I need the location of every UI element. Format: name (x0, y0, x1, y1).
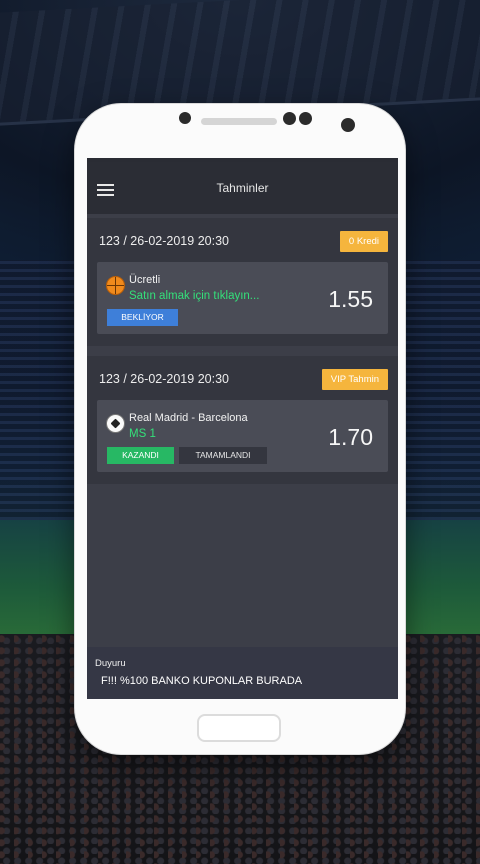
prediction-card[interactable]: Ücretli Satın almak için tıklayın... 1.5… (97, 262, 388, 334)
prediction-date: 123 / 26-02-2019 20:30 (99, 372, 229, 386)
prediction-group: 123 / 26-02-2019 20:30 VIP Tahmin Real M… (87, 356, 398, 484)
prediction-type: Ücretli (129, 274, 161, 286)
match-teams: Real Madrid - Barcelona (129, 412, 248, 424)
credit-badge: 0 Kredi (339, 230, 388, 252)
announcement-label: Duyuru (95, 658, 126, 669)
announcement-bar[interactable]: Duyuru F!!! %100 BANKO KUPONLAR BURADA (87, 647, 398, 699)
status-badge-won: KAZANDI (107, 447, 174, 464)
home-button[interactable] (197, 714, 281, 742)
app-bar: Tahminler (87, 162, 398, 214)
menu-icon[interactable] (97, 184, 114, 196)
announcement-text: F!!! %100 BANKO KUPONLAR BURADA (101, 675, 303, 687)
prediction-date: 123 / 26-02-2019 20:30 (99, 234, 229, 248)
phone-camera (299, 112, 312, 125)
phone-sensor (179, 112, 191, 124)
vip-badge: VIP Tahmin (321, 368, 388, 390)
purchase-link[interactable]: Satın almak için tıklayın... (129, 290, 259, 302)
prediction-group: 123 / 26-02-2019 20:30 0 Kredi Ücretli S… (87, 218, 398, 346)
phone-camera (341, 118, 355, 132)
prediction-pick: MS 1 (129, 428, 156, 440)
page-title: Tahminler (216, 181, 269, 195)
status-badge-pending: BEKLİYOR (107, 309, 178, 326)
phone-speaker (201, 118, 277, 125)
prediction-odds: 1.70 (328, 424, 373, 450)
basketball-icon (106, 276, 125, 295)
prediction-odds: 1.55 (328, 286, 373, 312)
status-badge-completed: TAMAMLANDI (179, 447, 267, 464)
prediction-card[interactable]: Real Madrid - Barcelona MS 1 1.70 KAZAND… (97, 400, 388, 472)
phone-frame: Tahminler 123 / 26-02-2019 20:30 0 Kredi… (75, 104, 405, 754)
phone-camera (283, 112, 296, 125)
soccer-ball-icon (106, 414, 125, 433)
app-screen: Tahminler 123 / 26-02-2019 20:30 0 Kredi… (87, 158, 398, 699)
